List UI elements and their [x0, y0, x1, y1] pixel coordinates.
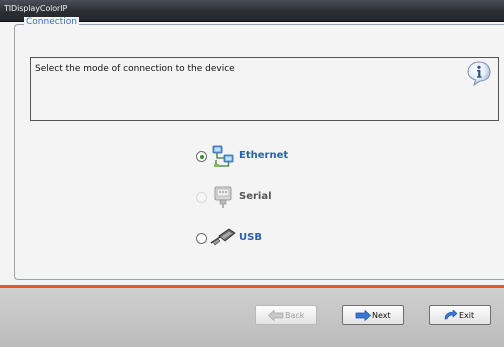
next-button[interactable]: Next — [342, 305, 404, 325]
option-usb[interactable]: USB — [196, 228, 296, 249]
connection-group-label: Connection — [24, 17, 79, 27]
usb-icon — [210, 228, 236, 246]
ethernet-icon — [212, 145, 234, 167]
info-box: Select the mode of connection to the dev… — [30, 57, 499, 121]
option-ethernet[interactable]: Ethernet — [196, 145, 296, 167]
option-serial-label: Serial — [239, 191, 272, 202]
exit-button-label: Exit — [459, 311, 475, 320]
info-message: Select the mode of connection to the dev… — [35, 64, 235, 74]
option-serial: Serial — [196, 186, 296, 208]
arrow-left-icon — [268, 310, 284, 321]
info-icon — [467, 61, 491, 86]
radio-serial — [196, 192, 207, 203]
exit-button[interactable]: Exit — [429, 305, 491, 325]
option-ethernet-label: Ethernet — [239, 150, 289, 161]
option-usb-label: USB — [239, 232, 262, 243]
next-button-label: Next — [372, 311, 391, 320]
window-title: TIDisplayColorIP — [4, 4, 68, 13]
radio-usb[interactable] — [196, 233, 207, 244]
serial-port-icon — [214, 186, 232, 208]
arrow-right-icon — [355, 310, 371, 321]
radio-ethernet[interactable] — [196, 151, 207, 162]
back-button-label: Back — [285, 311, 305, 320]
exit-icon — [444, 310, 458, 320]
back-button[interactable]: Back — [255, 305, 317, 325]
